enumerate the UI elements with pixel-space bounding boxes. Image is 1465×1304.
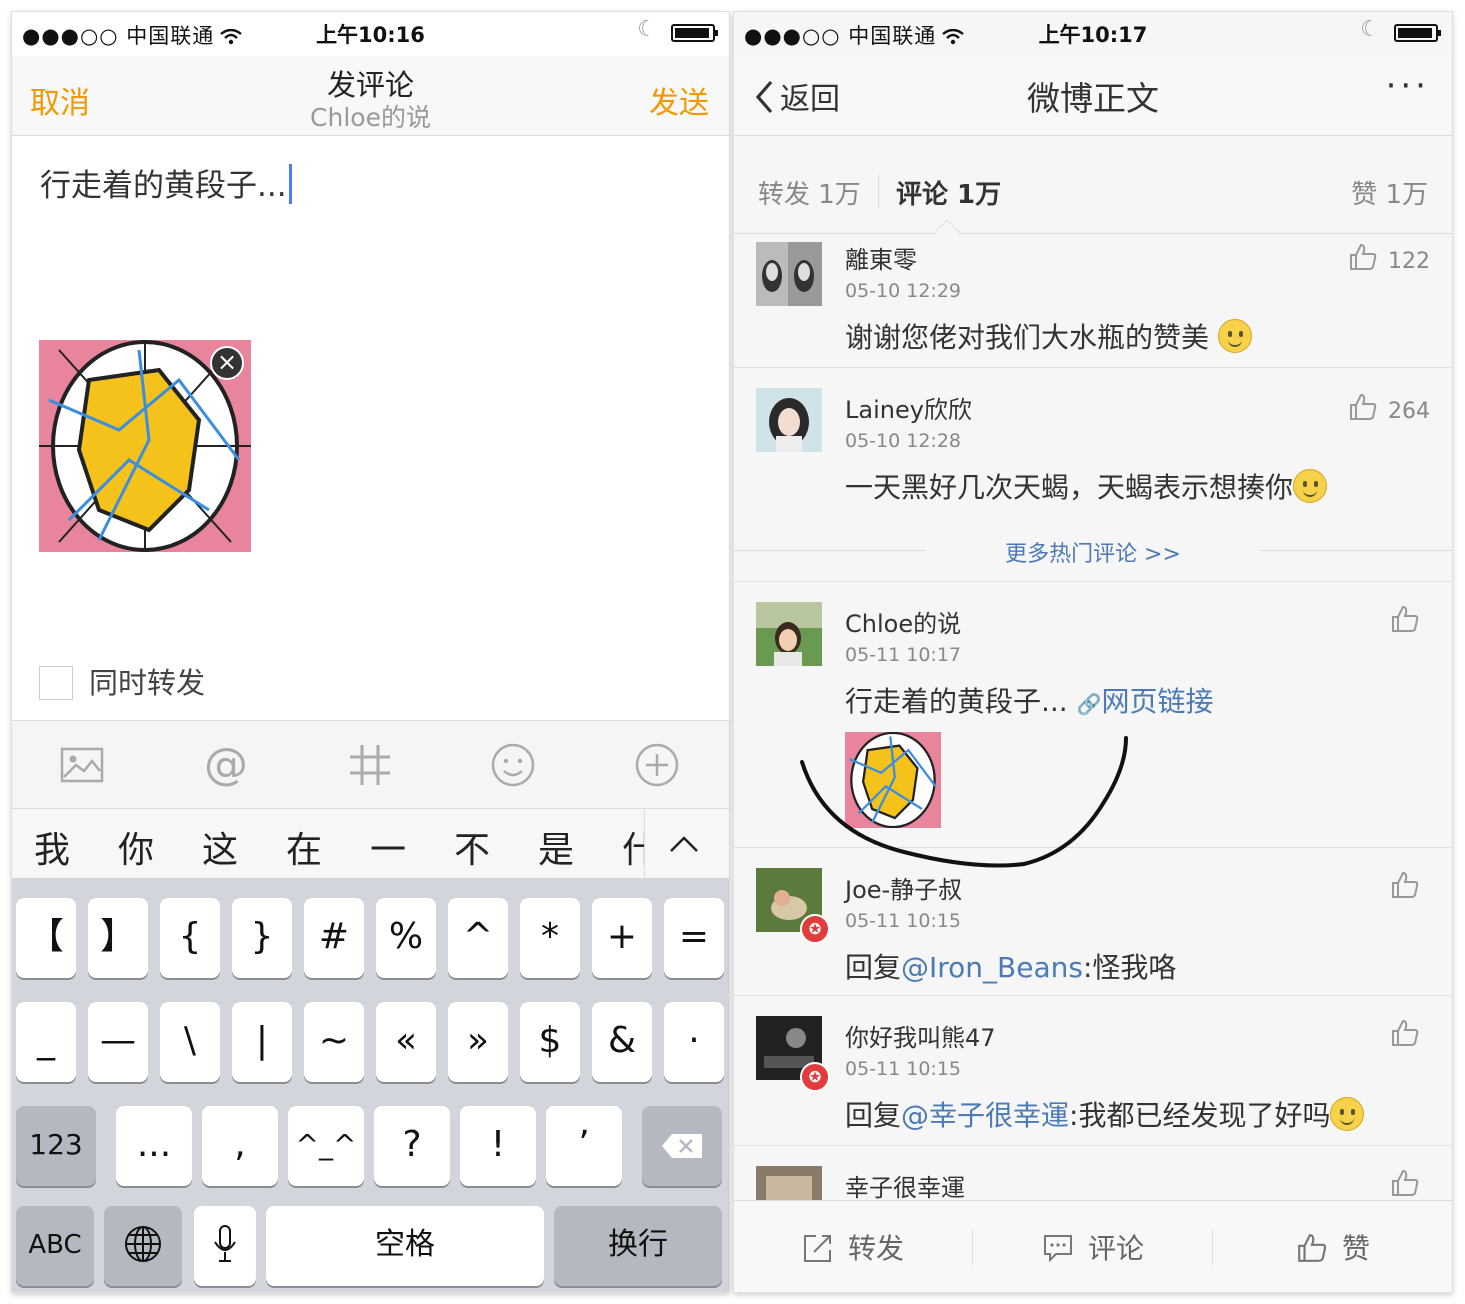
- moon-icon: ☾: [637, 17, 657, 42]
- remove-image-button[interactable]: ×: [210, 346, 244, 380]
- status-time: 上午10:16: [316, 23, 425, 47]
- key[interactable]: «: [376, 1002, 436, 1082]
- abc-key[interactable]: ABC: [16, 1206, 94, 1286]
- key[interactable]: ,: [202, 1106, 278, 1186]
- key[interactable]: *: [520, 898, 580, 978]
- key[interactable]: ·: [664, 1002, 724, 1082]
- key[interactable]: =: [664, 898, 724, 978]
- key[interactable]: 【: [16, 898, 76, 978]
- space-key[interactable]: 空格: [266, 1206, 544, 1286]
- candidate-bar: 我 你 这 在 一 不 是 什: [12, 808, 729, 879]
- key[interactable]: $: [520, 1002, 580, 1082]
- key[interactable]: \: [160, 1002, 220, 1082]
- compose-nav-bar: 取消 发评论 Chloe的说 发送: [12, 56, 729, 136]
- return-key[interactable]: 换行: [554, 1206, 722, 1286]
- comment-input[interactable]: 行走着的黄段子...: [40, 160, 292, 205]
- checkbox-icon: [39, 666, 73, 700]
- key[interactable]: ’: [546, 1106, 622, 1186]
- key[interactable]: !: [460, 1106, 536, 1186]
- repost-button[interactable]: 转发: [802, 1227, 904, 1267]
- candidate-word[interactable]: 不: [454, 821, 490, 873]
- key[interactable]: —: [88, 1002, 148, 1082]
- key[interactable]: 】: [88, 898, 148, 978]
- candidate-divider: [644, 809, 645, 879]
- svg-text:@: @: [204, 741, 248, 789]
- at-icon[interactable]: @: [202, 741, 250, 789]
- plus-icon[interactable]: [633, 741, 681, 789]
- repost-label: 同时转发: [89, 666, 206, 700]
- page-subtitle: Chloe的说: [310, 103, 431, 132]
- candidate-word[interactable]: 什: [622, 821, 644, 873]
- chevron-up-icon[interactable]: [668, 829, 700, 859]
- weibo-detail-screen: ●●●○○ 中国联通 上午10:17 ☾ 返回 微博正文 ··· 转发 1万 评…: [734, 12, 1452, 1292]
- hand-drawn-circle-annotation: [800, 736, 1128, 868]
- key[interactable]: |: [232, 1002, 292, 1082]
- battery-icon: [671, 24, 718, 42]
- comment-button[interactable]: 评论: [1042, 1227, 1144, 1267]
- candidate-word[interactable]: 这: [202, 821, 238, 873]
- like-post-button[interactable]: 赞: [1296, 1227, 1370, 1267]
- microphone-key[interactable]: [194, 1206, 256, 1286]
- candidate-word[interactable]: 你: [118, 821, 154, 873]
- compose-screen: ●●●○○ 中国联通 上午10:16 ☾ 取消 发评论 Chloe的说 发送 行…: [12, 12, 729, 1292]
- numbers-key[interactable]: 123: [16, 1106, 96, 1186]
- candidate-word[interactable]: 一: [370, 821, 406, 873]
- repost-checkbox[interactable]: 同时转发: [39, 660, 205, 702]
- key[interactable]: ...: [116, 1106, 192, 1186]
- status-bar: ●●●○○ 中国联通 上午10:16 ☾: [12, 12, 729, 56]
- candidate-word[interactable]: 我: [34, 821, 70, 873]
- key[interactable]: &: [592, 1002, 652, 1082]
- key[interactable]: »: [448, 1002, 508, 1082]
- backspace-icon: [662, 1134, 702, 1158]
- key[interactable]: ^_^: [288, 1106, 364, 1186]
- bar-divider: [972, 1229, 973, 1265]
- bar-divider: [1212, 1229, 1213, 1265]
- hashtag-icon[interactable]: [346, 741, 394, 789]
- bottom-action-bar: 转发 评论 赞: [734, 1200, 1452, 1292]
- candidate-word[interactable]: 是: [538, 821, 574, 873]
- key[interactable]: }: [232, 898, 292, 978]
- text-caret: [288, 164, 292, 204]
- comment-icon: [1044, 1235, 1072, 1263]
- key[interactable]: %: [376, 898, 436, 978]
- emoji-icon[interactable]: [489, 741, 537, 789]
- thumbs-up-icon: [1298, 1234, 1327, 1262]
- page: ●●●○○ 中国联通 上午10:16 ☾ 取消 发评论 Chloe的说 发送 行…: [0, 0, 1465, 1304]
- key[interactable]: ~: [304, 1002, 364, 1082]
- keyboard: 【 】 { } # % ^ * + = _ — \ | ~ « » $ & · …: [12, 878, 729, 1292]
- key[interactable]: +: [592, 898, 652, 978]
- candidate-word[interactable]: 在: [286, 821, 322, 873]
- key[interactable]: {: [160, 898, 220, 978]
- compose-toolbar: @: [12, 720, 729, 808]
- share-icon: [804, 1235, 831, 1262]
- image-icon[interactable]: [58, 741, 106, 789]
- key[interactable]: ?: [374, 1106, 450, 1186]
- send-button[interactable]: 发送: [649, 78, 709, 122]
- globe-key[interactable]: [104, 1206, 182, 1286]
- key[interactable]: _: [16, 1002, 76, 1082]
- backspace-key[interactable]: [642, 1106, 722, 1186]
- globe-icon: [125, 1226, 161, 1262]
- key[interactable]: #: [304, 898, 364, 978]
- microphone-icon: [214, 1225, 236, 1262]
- comment-text: 行走着的黄段子...: [40, 168, 287, 204]
- key[interactable]: ^: [448, 898, 508, 978]
